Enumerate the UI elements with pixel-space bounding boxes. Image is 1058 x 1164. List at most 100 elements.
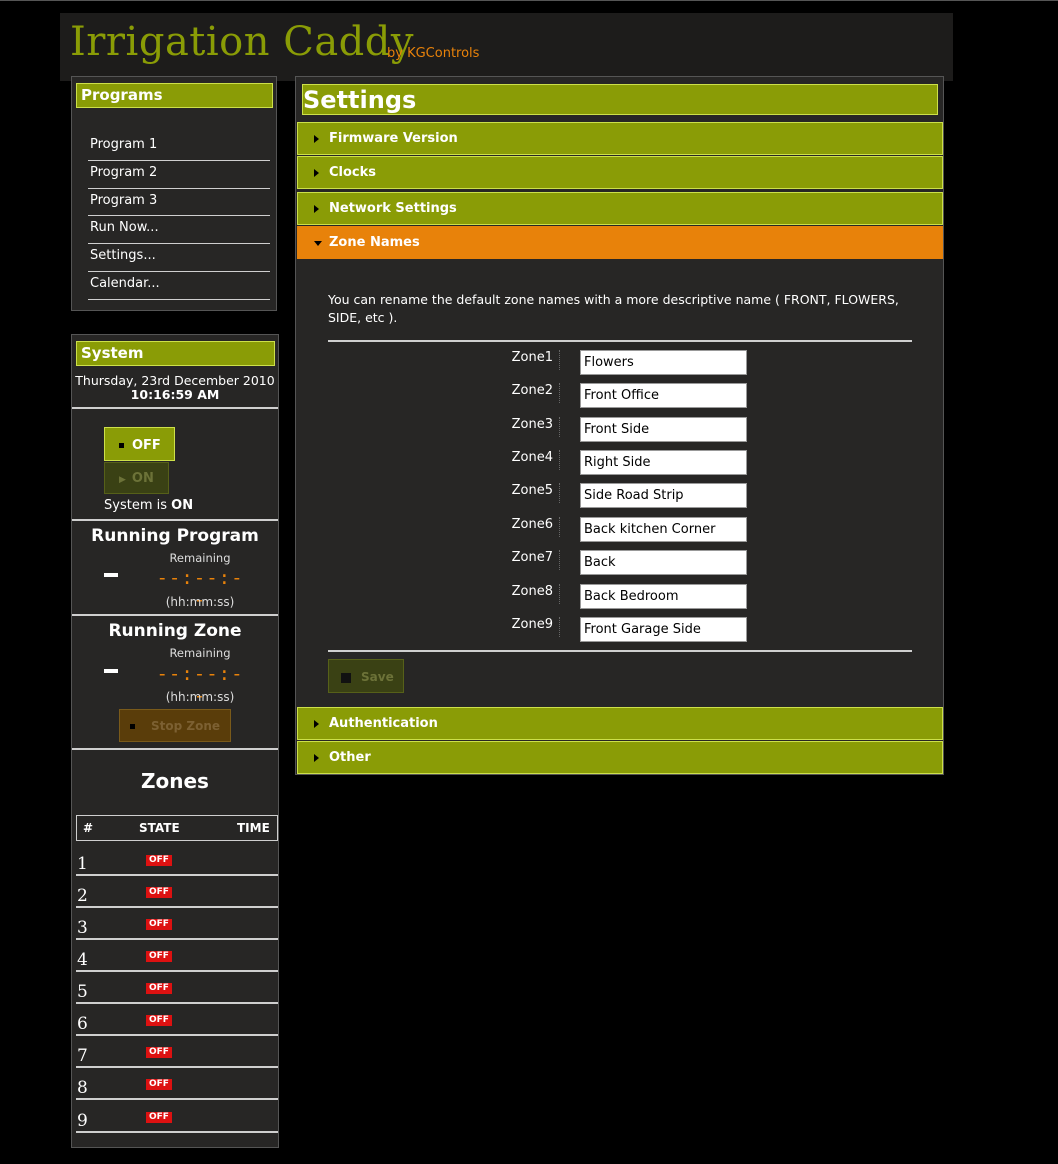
zone2-name-input[interactable]: Front Office (580, 383, 747, 408)
zone-name-label: Zone3 (496, 417, 560, 437)
section-label: Network Settings (329, 201, 457, 216)
zone-row: 7 OFF (76, 1036, 278, 1068)
system-status: System is ON (104, 498, 193, 513)
zone-state-badge: OFF (146, 951, 172, 962)
zone-name-label: Zone9 (496, 617, 560, 637)
system-time: 10:16:59 AM (130, 387, 220, 402)
zone-name-label: Zone6 (496, 517, 560, 537)
programs-heading: Programs (76, 83, 273, 108)
zone5-name-input[interactable]: Side Road Strip (580, 483, 747, 508)
zone-number: 6 (77, 1014, 88, 1034)
zone4-name-input[interactable]: Right Side (580, 450, 747, 475)
section-authentication[interactable]: Authentication (297, 707, 943, 740)
zone7-name-input[interactable]: Back (580, 550, 747, 575)
divider (72, 748, 278, 750)
zones-col-number: # (83, 821, 94, 835)
save-label: Save (361, 670, 394, 684)
zone-name-label: Zone8 (496, 584, 560, 604)
stop-zone-button[interactable]: Stop Zone (119, 709, 231, 742)
zone-state-badge: OFF (146, 855, 172, 866)
calendar-item[interactable]: Calendar... (88, 272, 270, 300)
divider (72, 614, 278, 616)
settings-title: Settings (302, 84, 938, 115)
zone-row: 9 OFF (76, 1101, 278, 1133)
program-item-1[interactable]: Program 1 (88, 133, 270, 161)
system-heading: System (76, 341, 275, 366)
settings-item[interactable]: Settings... (88, 244, 270, 272)
program-item-3[interactable]: Program 3 (88, 189, 270, 217)
zone-name-row: Zone2 Front Office (496, 383, 756, 409)
zone9-name-input[interactable]: Front Garage Side (580, 617, 747, 642)
system-on-button[interactable]: ▶ ON (104, 462, 169, 494)
running-program-name (104, 573, 118, 577)
section-label: Firmware Version (329, 131, 458, 146)
running-program-remaining-label: Remaining (169, 551, 231, 565)
running-zone-format: (hh:mm:ss) (165, 690, 235, 704)
section-label: Clocks (329, 165, 377, 180)
section-label: Zone Names (329, 235, 420, 250)
settings-panel: Settings Firmware Version Clocks Network… (295, 76, 944, 775)
divider (328, 340, 912, 342)
programs-list: Program 1 Program 2 Program 3 Run Now...… (88, 133, 270, 300)
zone-number: 1 (77, 854, 88, 874)
save-button[interactable]: Save (328, 659, 404, 693)
zone-state-badge: OFF (146, 1047, 172, 1058)
zone-state-badge: OFF (146, 1112, 172, 1123)
system-date: Thursday, 23rd December 2010 (75, 373, 275, 388)
zone-number: 2 (77, 886, 88, 906)
system-on-label: ON (131, 471, 154, 486)
programs-panel: Programs Program 1 Program 2 Program 3 R… (71, 76, 277, 311)
zone3-name-input[interactable]: Front Side (580, 417, 747, 442)
app-title: Irrigation Caddy (70, 19, 414, 65)
zone-row: 2 OFF (76, 876, 278, 908)
caret-right-icon (314, 135, 319, 143)
zone-state-badge: OFF (146, 919, 172, 930)
section-label: Authentication (329, 716, 438, 731)
app-subtitle: by KGControls (387, 46, 480, 61)
zone-names-description: You can rename the default zone names wi… (328, 292, 899, 325)
section-clocks[interactable]: Clocks (297, 156, 943, 189)
running-program-title: Running Program (91, 526, 259, 546)
running-zone-remaining-label: Remaining (169, 646, 231, 660)
zone6-name-input[interactable]: Back kitchen Corner (580, 517, 747, 542)
zone-name-row: Zone7 Back (496, 550, 756, 576)
zone-state-badge: OFF (146, 1079, 172, 1090)
run-now-item[interactable]: Run Now... (88, 216, 270, 245)
section-firmware-version[interactable]: Firmware Version (297, 122, 943, 155)
system-panel: System Thursday, 23rd December 2010 10:1… (71, 334, 279, 1148)
zone-state-badge: OFF (146, 983, 172, 994)
running-zone-title: Running Zone (108, 621, 242, 641)
zone-name-row: Zone8 Back Bedroom (496, 584, 756, 610)
system-status-prefix: System is (104, 498, 167, 513)
program-item-2[interactable]: Program 2 (88, 161, 270, 189)
zones-col-state: STATE (139, 821, 180, 835)
caret-right-icon (314, 754, 319, 762)
zones-table-header: # STATE TIME (76, 815, 278, 841)
top-border (0, 0, 1058, 1)
zone8-name-input[interactable]: Back Bedroom (580, 584, 747, 609)
divider (328, 650, 912, 652)
zone-name-row: Zone4 Right Side (496, 450, 756, 476)
zone-row: 4 OFF (76, 940, 278, 972)
section-other[interactable]: Other (297, 741, 943, 774)
zone-number: 3 (77, 918, 88, 938)
zone-name-label: Zone2 (496, 383, 560, 403)
divider (72, 519, 278, 521)
caret-right-icon (314, 720, 319, 728)
running-program-format: (hh:mm:ss) (165, 595, 235, 609)
stop-icon (119, 443, 124, 448)
system-off-button[interactable]: OFF (104, 427, 175, 461)
section-network-settings[interactable]: Network Settings (297, 192, 943, 225)
app-header: Irrigation Caddy by KGControls (60, 13, 953, 81)
zone-name-row: Zone3 Front Side (496, 417, 756, 443)
zone-name-label: Zone1 (496, 350, 560, 370)
section-zone-names[interactable]: Zone Names (297, 226, 943, 259)
zone-number: 8 (77, 1078, 88, 1098)
caret-right-icon (314, 205, 319, 213)
zone-row: 6 OFF (76, 1004, 278, 1036)
zone1-name-input[interactable]: Flowers (580, 350, 747, 375)
stop-icon (130, 724, 135, 729)
zone-row: 5 OFF (76, 972, 278, 1004)
zone-number: 4 (77, 950, 88, 970)
zone-name-row: Zone1 Flowers (496, 350, 756, 376)
